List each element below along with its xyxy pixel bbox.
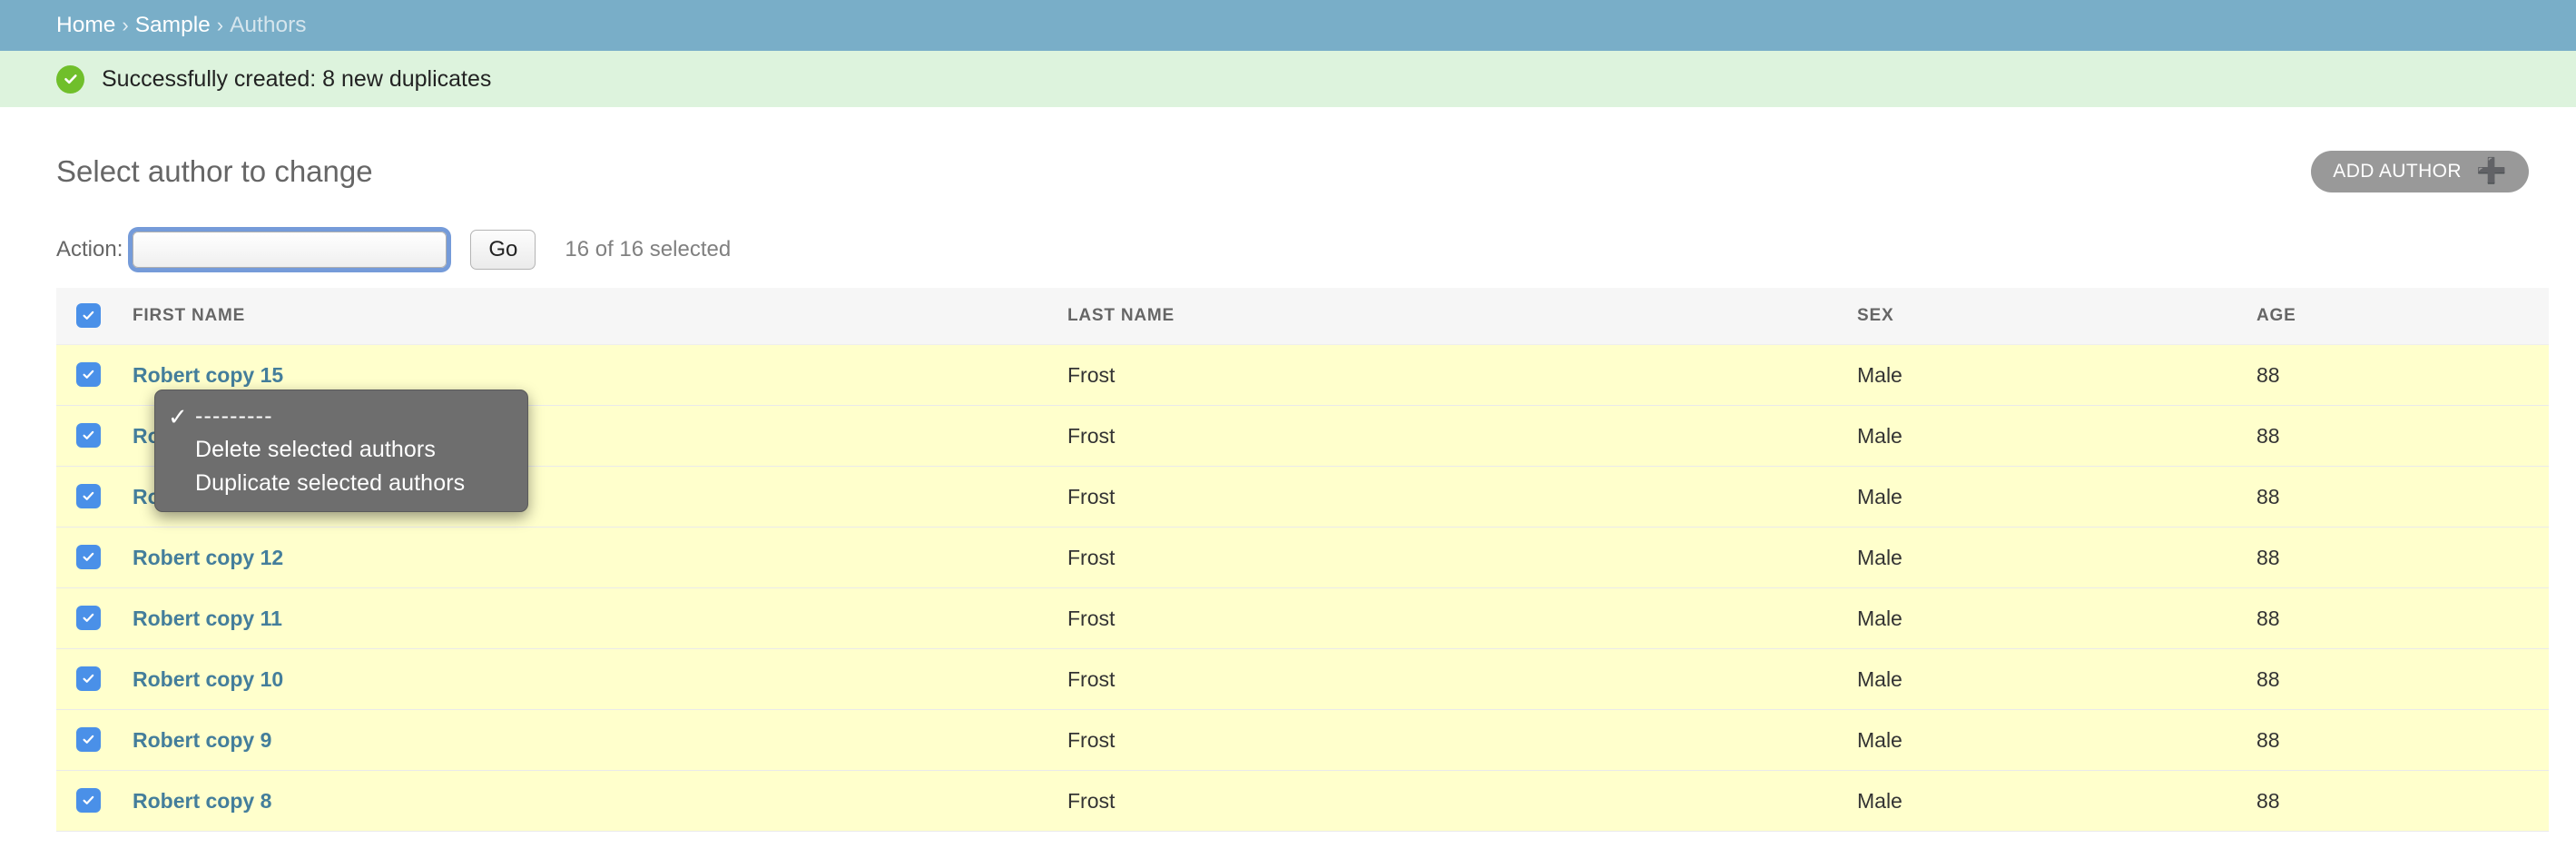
cell-last-name: Frost [1067,587,1857,649]
row-checkbox[interactable] [76,362,101,387]
page-title: Select author to change [56,153,373,188]
row-select-cell [56,648,133,710]
dropdown-option-delete[interactable]: Delete selected authors [155,433,527,467]
add-author-label: ADD AUTHOR [2333,161,2462,182]
dropdown-option-label: Delete selected authors [195,437,436,462]
cell-last-name: Frost [1067,648,1857,710]
cell-first-name: Robert copy 8 [133,770,1067,832]
row-link-first-name[interactable]: Robert copy 11 [133,607,282,630]
table-row: Robert copy 11 Frost Male 88 [56,587,2549,649]
success-message-banner: Successfully created: 8 new duplicates [0,51,2576,107]
breadcrumb-item-sample[interactable]: Sample [135,13,211,38]
action-select-dropdown[interactable]: ✓ --------- Delete selected authors Dupl… [154,390,528,512]
cell-last-name: Frost [1067,527,1857,588]
row-select-cell [56,466,133,528]
breadcrumb-item-home[interactable]: Home [56,13,115,38]
select-all-checkbox[interactable] [76,303,101,328]
results-table: FIRST NAME LAST NAME SEX AGE Robert copy… [56,288,2549,832]
cell-age: 88 [2256,466,2549,528]
cell-first-name: Robert copy 11 [133,587,1067,649]
row-checkbox[interactable] [76,545,101,569]
cell-last-name: Frost [1067,405,1857,467]
add-author-button[interactable]: ADD AUTHOR ➕ [2311,151,2529,192]
table-row: Robert copy 9 Frost Male 88 [56,709,2549,771]
column-header-last-name[interactable]: LAST NAME [1067,288,1857,345]
action-select[interactable] [133,232,447,268]
row-link-first-name[interactable]: Robert copy 9 [133,728,271,752]
cell-age: 88 [2256,770,2549,832]
dropdown-option-label: Duplicate selected authors [195,470,466,496]
cell-sex: Male [1857,709,2256,771]
row-select-cell [56,587,133,649]
cell-sex: Male [1857,527,2256,588]
column-header-sex[interactable]: SEX [1857,288,2256,345]
breadcrumb-separator: › [122,14,129,36]
action-select-wrapper [133,232,447,268]
action-label: Action: [56,237,123,261]
cell-age: 88 [2256,648,2549,710]
cell-last-name: Frost [1067,709,1857,771]
cell-sex: Male [1857,344,2256,406]
row-link-first-name[interactable]: Robert copy 15 [133,363,283,387]
success-message-text: Successfully created: 8 new duplicates [102,65,492,92]
row-select-cell [56,709,133,771]
column-header-first-name[interactable]: FIRST NAME [133,288,1067,345]
row-checkbox[interactable] [76,788,101,813]
action-bar: Action: Go 16 of 16 selected [56,230,2529,270]
cell-last-name: Frost [1067,770,1857,832]
success-check-icon [56,64,84,94]
dropdown-option-blank[interactable]: ✓ --------- [155,399,527,433]
row-checkbox[interactable] [76,484,101,508]
row-checkbox[interactable] [76,606,101,630]
row-select-cell [56,405,133,467]
cell-sex: Male [1857,587,2256,649]
breadcrumb-item-authors: Authors [230,13,307,37]
row-select-cell [56,344,133,406]
main-content: Select author to change ADD AUTHOR ➕ Act… [0,107,2576,832]
cell-sex: Male [1857,466,2256,528]
select-all-header [56,288,133,345]
cell-age: 88 [2256,405,2549,467]
cell-sex: Male [1857,770,2256,832]
table-row: Robert copy 10 Frost Male 88 [56,648,2549,710]
row-select-cell [56,527,133,588]
dropdown-option-duplicate[interactable]: Duplicate selected authors [155,467,527,500]
cell-first-name: Robert copy 12 [133,527,1067,588]
row-checkbox[interactable] [76,423,101,448]
table-row: Robert copy 12 Frost Male 88 [56,527,2549,588]
cell-sex: Male [1857,648,2256,710]
row-checkbox[interactable] [76,666,101,691]
column-header-age[interactable]: AGE [2256,288,2549,345]
checkmark-icon: ✓ [168,402,188,430]
table-row: Robert copy 8 Frost Male 88 [56,770,2549,832]
cell-last-name: Frost [1067,466,1857,528]
row-link-first-name[interactable]: Robert copy 10 [133,667,283,691]
cell-age: 88 [2256,587,2549,649]
breadcrumb: Home › Sample › Authors [0,0,2576,51]
cell-last-name: Frost [1067,344,1857,406]
row-link-first-name[interactable]: Robert copy 12 [133,546,283,569]
breadcrumb-separator: › [216,14,224,36]
cell-age: 88 [2256,344,2549,406]
row-select-cell [56,770,133,832]
dropdown-option-label: --------- [195,403,273,429]
cell-age: 88 [2256,527,2549,588]
page-header-row: Select author to change ADD AUTHOR ➕ [56,107,2529,192]
go-button[interactable]: Go [470,230,536,270]
cell-first-name: Robert copy 9 [133,709,1067,771]
cell-sex: Male [1857,405,2256,467]
row-link-first-name[interactable]: Robert copy 8 [133,789,271,813]
action-counter: 16 of 16 selected [565,237,732,261]
row-checkbox[interactable] [76,727,101,752]
cell-age: 88 [2256,709,2549,771]
table-header-row: FIRST NAME LAST NAME SEX AGE [56,288,2549,345]
cell-first-name: Robert copy 10 [133,648,1067,710]
